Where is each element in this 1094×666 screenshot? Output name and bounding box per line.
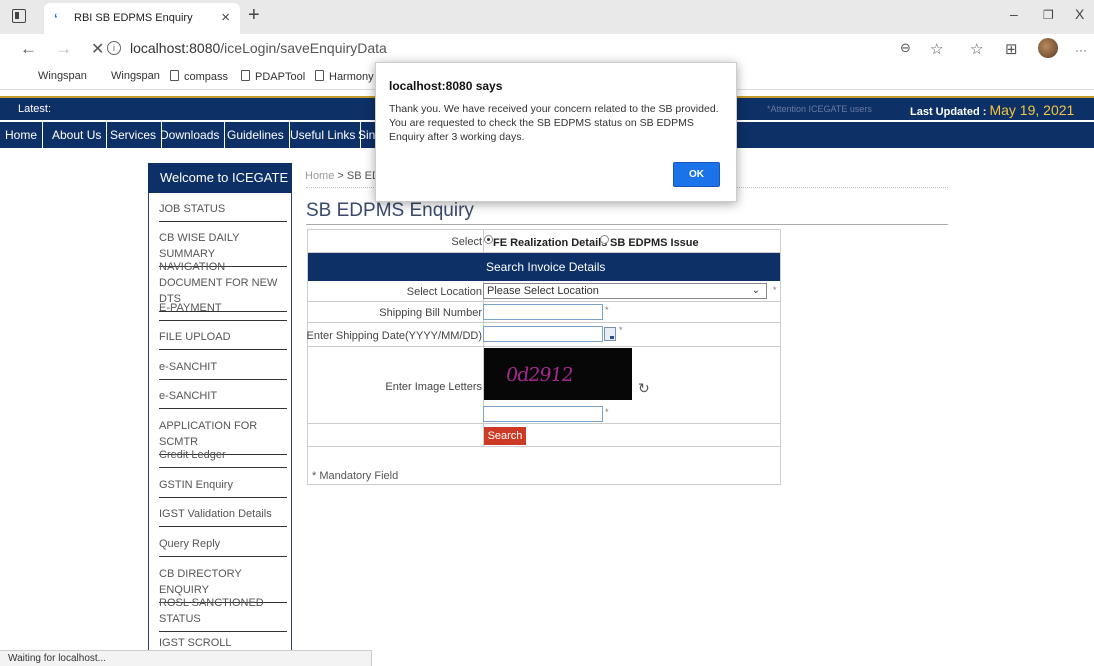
alert-dialog: localhost:8080 says Thank you. We have r…	[375, 62, 737, 202]
stop-loading-icon[interactable]: ✕	[91, 39, 104, 59]
page-icon	[315, 70, 324, 81]
last-updated-date: May 19, 2021	[989, 102, 1075, 118]
back-arrow-icon[interactable]: ←	[20, 39, 37, 59]
image-letters-label: Enter Image Letters	[385, 381, 482, 393]
sidebar-item-query-reply[interactable]: Query Reply	[159, 536, 287, 557]
bookmark-item[interactable]: PDAPTool	[241, 70, 305, 83]
nav-downloads[interactable]: Downloads	[155, 122, 226, 148]
enquiry-form: Select FE Realization Details SB EDPMS I…	[307, 229, 781, 485]
nav-home[interactable]: Home	[0, 122, 44, 148]
shipping-bill-input[interactable]	[483, 304, 603, 320]
zoom-icon[interactable]: ⊖	[900, 40, 911, 56]
sidebar-item-rosl-sanctioned-status[interactable]: ROSL SANCTIONED STATUS	[159, 595, 287, 632]
sidebar-item-file-upload[interactable]: FILE UPLOAD	[159, 329, 287, 350]
sidebar-item-e-payment[interactable]: E-PAYMENT	[159, 300, 287, 321]
new-tab-button[interactable]: +	[248, 4, 260, 27]
radio-fe-realization[interactable]	[484, 235, 493, 244]
captcha-input[interactable]	[483, 406, 603, 422]
browser-tab[interactable]: ʻ RBI SB EDPMS Enquiry ×	[44, 3, 240, 34]
collections-icon[interactable]: ⊞	[1005, 40, 1018, 58]
select-row: Select FE Realization Details SB EDPMS I…	[308, 230, 780, 253]
chevron-down-icon: ⌄	[751, 285, 760, 296]
location-row: Select Location Please Select Location ⌄ …	[308, 281, 780, 302]
nav-useful-links[interactable]: Useful Links	[285, 122, 362, 148]
restore-button[interactable]: ❐	[1043, 8, 1054, 22]
nav-guidelines[interactable]: Guidelines	[222, 122, 290, 148]
forward-arrow-icon[interactable]: →	[55, 39, 72, 59]
breadcrumb-home[interactable]: Home	[305, 170, 334, 182]
profile-avatar[interactable]	[1038, 38, 1058, 58]
last-updated: Last Updated : May 19, 2021	[910, 102, 1075, 118]
sidebar: Welcome to ICEGATE JOB STATUS CB WISE DA…	[148, 163, 292, 653]
tab-title: RBI SB EDPMS Enquiry	[74, 12, 193, 24]
sidebar-heading: Welcome to ICEGATE	[148, 163, 292, 193]
radio-sb-edpms-issue[interactable]	[600, 235, 609, 244]
url-path: /iceLogin/saveEnquiryData	[220, 40, 387, 56]
refresh-captcha-icon[interactable]: ↻	[638, 380, 650, 397]
sidebar-item-credit-ledger[interactable]: Credit Ledger	[159, 447, 287, 468]
location-select[interactable]: Please Select Location ⌄	[483, 283, 767, 299]
ok-button[interactable]: OK	[673, 162, 720, 187]
status-bar: Waiting for localhost...	[0, 650, 372, 666]
dialog-message: Thank you. We have received your concern…	[389, 103, 719, 143]
radio-label-sb-edpms-issue[interactable]: SB EDPMS Issue	[610, 237, 699, 249]
section-header: Search Invoice Details	[308, 253, 780, 281]
divider	[306, 224, 948, 225]
location-label: Select Location	[406, 286, 482, 298]
site-info-icon[interactable]: i	[107, 41, 121, 55]
sidebar-item-igst-validation[interactable]: IGST Validation Details	[159, 506, 287, 527]
latest-label: Latest:	[18, 103, 52, 115]
marquee-text[interactable]: *Attention ICEGATE users	[767, 104, 872, 114]
bookmark-item[interactable]: Wingspan	[111, 70, 160, 82]
page-icon	[241, 70, 250, 81]
url-host: localhost:8080	[130, 40, 221, 56]
bookmark-item[interactable]: compass	[170, 70, 228, 83]
sidebar-item-e-sanchit-2[interactable]: e-SANCHIT	[159, 388, 287, 409]
bookmark-item[interactable]: Harmony	[315, 70, 374, 83]
address-bar-row: ← → ✕ i localhost:8080/iceLogin/saveEnqu…	[0, 34, 1094, 64]
page-icon	[170, 70, 179, 81]
shipping-bill-row: Shipping Bill Number *	[308, 302, 780, 323]
mandatory-note: * Mandatory Field	[312, 470, 399, 482]
browser-tab-strip: ʻ RBI SB EDPMS Enquiry × + – ❐ X	[0, 0, 1094, 34]
minimize-button[interactable]: –	[1010, 6, 1018, 22]
search-button[interactable]: Search	[484, 427, 526, 445]
radio-label-fe-realization[interactable]: FE Realization Details	[493, 237, 607, 249]
address-bar[interactable]: localhost:8080/iceLogin/saveEnquiryData	[130, 40, 387, 56]
sidebar-item-gstin-enquiry[interactable]: GSTIN Enquiry	[159, 477, 287, 498]
search-row	[308, 424, 780, 447]
nav-about-us[interactable]: About Us	[47, 122, 108, 148]
sidebar-item-e-sanchit[interactable]: e-SANCHIT	[159, 359, 287, 380]
nav-services[interactable]: Services	[105, 122, 163, 148]
favorites-bar-icon[interactable]: ☆	[970, 40, 983, 58]
captcha-image: 0d2912	[484, 348, 632, 400]
favorite-star-icon[interactable]: ☆	[930, 40, 943, 58]
close-window-button[interactable]: X	[1075, 6, 1084, 22]
tab-close-icon[interactable]: ×	[221, 9, 230, 26]
shipping-date-input[interactable]	[483, 326, 603, 342]
select-label: Select	[451, 236, 482, 248]
shipping-date-label: Enter Shipping Date(YYYY/MM/DD)	[306, 330, 482, 342]
favicon-icon: ʻ	[54, 11, 58, 26]
more-menu-icon[interactable]: ···	[1075, 43, 1087, 57]
shipping-bill-label: Shipping Bill Number	[379, 307, 482, 319]
page-title: SB EDPMS Enquiry	[306, 200, 474, 221]
sidebar-item-job-status[interactable]: JOB STATUS	[159, 201, 287, 222]
tab-actions-icon[interactable]	[12, 9, 26, 23]
shipping-date-row: Enter Shipping Date(YYYY/MM/DD) *	[306, 323, 780, 347]
divider	[483, 230, 484, 253]
dialog-heading: localhost:8080 says	[389, 79, 503, 93]
calendar-icon[interactable]	[604, 327, 616, 341]
breadcrumb: Home > SB ED	[305, 170, 380, 182]
bookmark-item[interactable]: Wingspan	[38, 70, 87, 82]
